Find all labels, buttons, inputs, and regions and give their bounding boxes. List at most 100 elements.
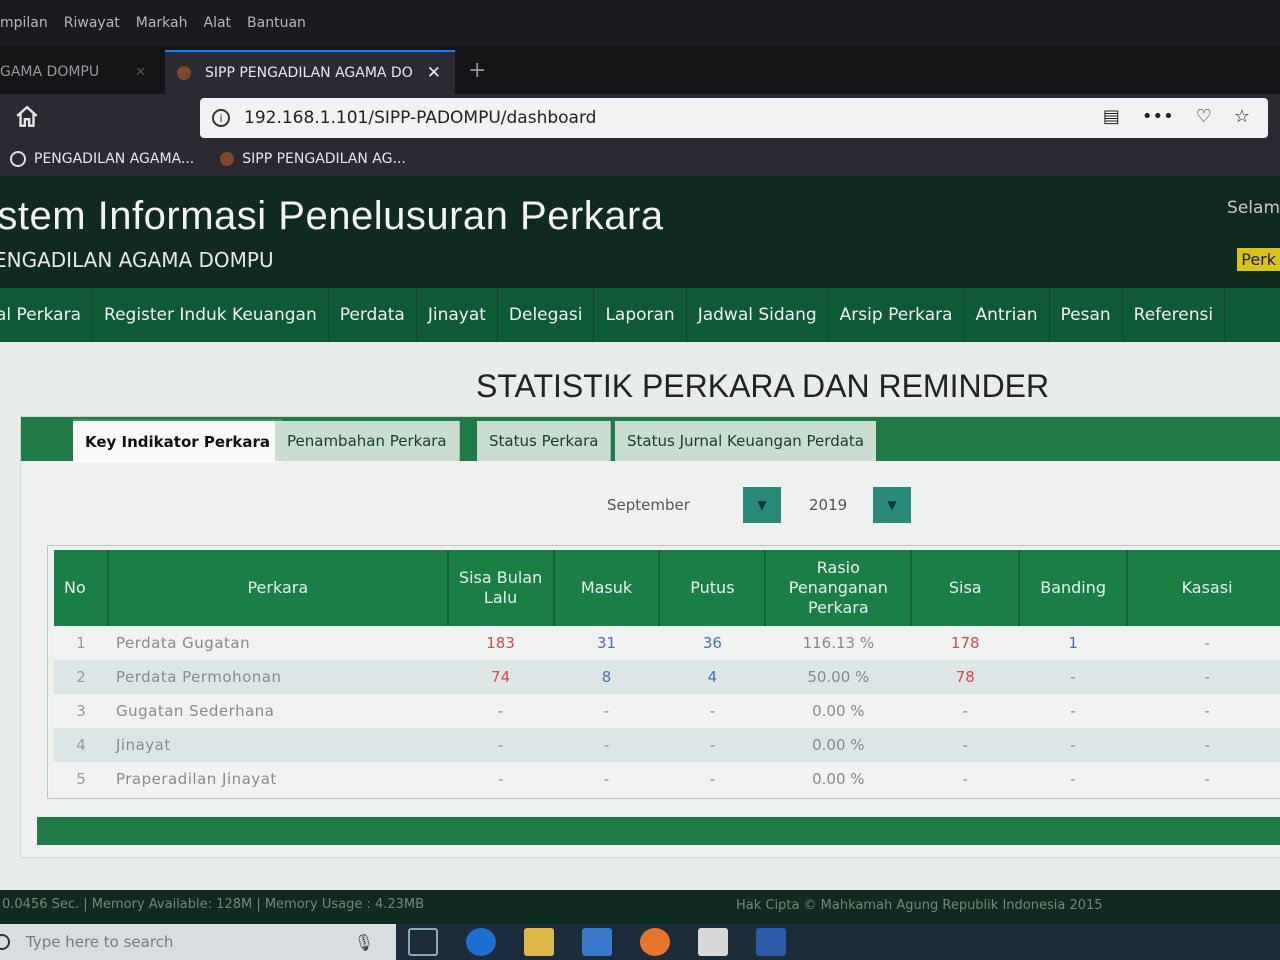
cell-banding: - bbox=[1019, 762, 1128, 796]
cell-sisa: - bbox=[911, 728, 1020, 762]
cell-kasasi: - bbox=[1127, 728, 1280, 762]
browser-tab-inactive[interactable]: GAMA DOMPU ✕ bbox=[0, 50, 160, 94]
cell-sisa: - bbox=[911, 762, 1020, 796]
cell-banding: - bbox=[1019, 694, 1128, 728]
cell-perkara: Gugatan Sederhana bbox=[107, 694, 448, 728]
cell-no: 5 bbox=[54, 762, 108, 796]
cell-sisa-bulan-lalu[interactable]: 74 bbox=[447, 660, 554, 694]
browser-tab-active[interactable]: SIPP PENGADILAN AGAMA DO ✕ bbox=[165, 50, 455, 94]
favicon-icon bbox=[177, 66, 191, 80]
nav-item-register-induk-keuangan[interactable]: Register Induk Keuangan bbox=[93, 288, 329, 342]
chevron-down-icon[interactable]: ▼ bbox=[873, 487, 911, 523]
cell-putus: - bbox=[659, 762, 766, 796]
cell-masuk: - bbox=[553, 762, 660, 796]
app-footer: 0.0456 Sec. | Memory Available: 128M | M… bbox=[0, 890, 1280, 924]
cell-no: 4 bbox=[54, 728, 108, 762]
close-icon[interactable]: ✕ bbox=[427, 63, 441, 83]
menu-item-alat[interactable]: Alat bbox=[204, 15, 232, 31]
nav-item-referensi[interactable]: Referensi bbox=[1123, 288, 1226, 342]
store-icon[interactable] bbox=[582, 928, 612, 956]
cell-masuk: - bbox=[553, 728, 660, 762]
cell-no: 2 bbox=[54, 660, 108, 694]
microphone-icon[interactable]: 🎙 bbox=[354, 933, 374, 952]
new-tab-icon[interactable]: + bbox=[468, 58, 486, 83]
url-text[interactable]: 192.168.1.101/SIPP-PADOMPU/dashboard bbox=[244, 108, 596, 128]
nav-item-jinayat[interactable]: Jinayat bbox=[417, 288, 498, 342]
cell-putus[interactable]: 36 bbox=[659, 626, 766, 660]
nav-item-antrian[interactable]: Antrian bbox=[965, 288, 1050, 342]
more-icon[interactable]: ••• bbox=[1142, 106, 1174, 127]
menu-item-markah[interactable]: Markah bbox=[136, 15, 188, 31]
favicon-icon bbox=[220, 152, 235, 166]
nav-item-perdata[interactable]: Perdata bbox=[329, 288, 417, 342]
nav-item-perkara[interactable]: al Perkara bbox=[0, 288, 94, 342]
col-header-perkara: Perkara bbox=[107, 550, 449, 626]
chevron-down-icon[interactable]: ▼ bbox=[743, 487, 781, 523]
menu-item-riwayat[interactable]: Riwayat bbox=[64, 15, 120, 31]
file-explorer-icon[interactable] bbox=[524, 928, 554, 956]
statistik-table: No Perkara Sisa Bulan Lalu Masuk Putus R… bbox=[54, 550, 1280, 796]
perkara-badge[interactable]: Perk bbox=[1237, 248, 1280, 271]
reader-view-icon[interactable]: ▤ bbox=[1103, 106, 1120, 127]
col-header-masuk: Masuk bbox=[553, 550, 661, 626]
cell-masuk: - bbox=[553, 694, 660, 728]
tab-status-perkara[interactable]: Status Perkara bbox=[477, 421, 612, 461]
cell-banding[interactable]: 1 bbox=[1019, 626, 1128, 660]
nav-item-laporan[interactable]: Laporan bbox=[594, 288, 687, 342]
cell-perkara: Perdata Gugatan bbox=[107, 626, 448, 660]
statistik-panel: Key Indikator Perkara Penambahan Perkara… bbox=[20, 416, 1280, 858]
table-row: 5 Praperadilan Jinayat - - - 0.00 % - - … bbox=[54, 762, 1280, 796]
taskbar-search[interactable]: Type here to search 🎙 bbox=[0, 924, 396, 960]
task-view-icon[interactable] bbox=[408, 928, 438, 956]
cell-putus[interactable]: 4 bbox=[659, 660, 766, 694]
col-header-banding: Banding bbox=[1019, 550, 1129, 626]
bookmark-label: PENGADILAN AGAMA... bbox=[34, 151, 195, 167]
year-select[interactable]: 2019 bbox=[809, 487, 869, 523]
home-icon[interactable] bbox=[14, 104, 40, 130]
cell-sisa-bulan-lalu[interactable]: 183 bbox=[447, 626, 554, 660]
word-icon[interactable] bbox=[756, 928, 786, 956]
address-bar[interactable]: i 192.168.1.101/SIPP-PADOMPU/dashboard ▤… bbox=[200, 98, 1268, 138]
browser-menubar: mpilan Riwayat Markah Alat Bantuan bbox=[0, 0, 1280, 46]
cell-no: 3 bbox=[54, 694, 108, 728]
bookmark-item[interactable]: SIPP PENGADILAN AG... bbox=[220, 151, 406, 167]
bookmark-label: SIPP PENGADILAN AG... bbox=[242, 151, 406, 167]
nav-item-delegasi[interactable]: Delegasi bbox=[498, 288, 595, 342]
cell-banding: - bbox=[1019, 728, 1128, 762]
info-icon[interactable]: i bbox=[212, 109, 230, 127]
panel-footer-bar bbox=[37, 817, 1280, 845]
tab-penambahan-perkara[interactable]: Penambahan Perkara bbox=[275, 421, 460, 461]
tab-key-indikator-perkara[interactable]: Key Indikator Perkara bbox=[73, 419, 283, 463]
cell-putus: - bbox=[659, 694, 766, 728]
menu-item-bantuan[interactable]: Bantuan bbox=[247, 15, 306, 31]
tab-label: GAMA DOMPU bbox=[0, 64, 100, 80]
tab-status-jurnal-keuangan-perdata[interactable]: Status Jurnal Keuangan Perdata bbox=[615, 421, 876, 461]
nav-item-jadwal-sidang[interactable]: Jadwal Sidang bbox=[687, 288, 829, 342]
pocket-icon[interactable]: ♡ bbox=[1196, 106, 1212, 127]
footer-stats: 0.0456 Sec. | Memory Available: 128M | M… bbox=[2, 897, 425, 912]
close-icon[interactable]: ✕ bbox=[135, 65, 146, 80]
cell-sisa[interactable]: 178 bbox=[911, 626, 1020, 660]
statistik-table-wrapper: No Perkara Sisa Bulan Lalu Masuk Putus R… bbox=[47, 545, 1280, 799]
edge-icon[interactable] bbox=[466, 928, 496, 956]
cell-sisa-bulan-lalu: - bbox=[447, 694, 554, 728]
search-icon bbox=[0, 934, 10, 950]
nav-item-arsip-perkara[interactable]: Arsip Perkara bbox=[829, 288, 965, 342]
table-row: 4 Jinayat - - - 0.00 % - - - bbox=[54, 728, 1280, 762]
cell-no: 1 bbox=[54, 626, 108, 660]
month-select[interactable]: September bbox=[607, 487, 741, 523]
cell-masuk[interactable]: 8 bbox=[553, 660, 660, 694]
cell-masuk[interactable]: 31 bbox=[553, 626, 660, 660]
cell-banding: - bbox=[1019, 660, 1128, 694]
bookmark-item[interactable]: PENGADILAN AGAMA... bbox=[10, 151, 194, 167]
star-icon[interactable]: ☆ bbox=[1234, 106, 1250, 127]
firefox-icon[interactable] bbox=[640, 928, 670, 956]
col-header-kasasi: Kasasi bbox=[1127, 550, 1280, 626]
cell-kasasi: - bbox=[1127, 694, 1280, 728]
cell-sisa[interactable]: 78 bbox=[911, 660, 1020, 694]
nav-item-pesan[interactable]: Pesan bbox=[1050, 288, 1123, 342]
menu-item-tampilan[interactable]: mpilan bbox=[0, 15, 48, 31]
welcome-text: Selam bbox=[1227, 198, 1280, 218]
main-content: STATISTIK PERKARA DAN REMINDER Key Indik… bbox=[0, 342, 1280, 890]
mail-icon[interactable] bbox=[698, 928, 728, 956]
